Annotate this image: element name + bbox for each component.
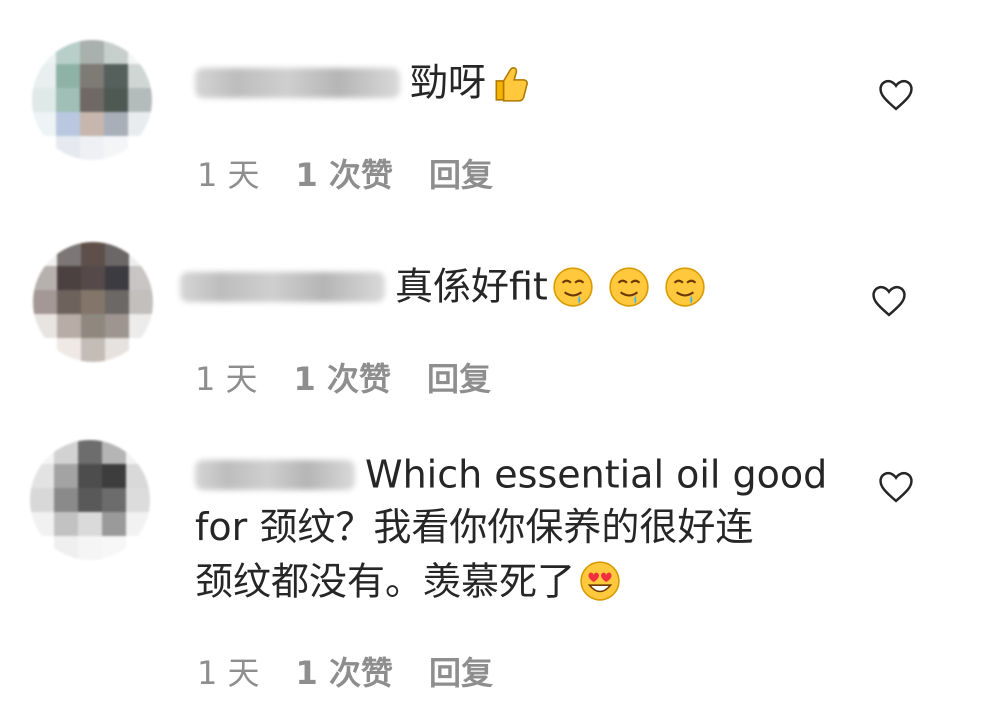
avatar[interactable] — [30, 440, 150, 560]
timestamp[interactable]: 1 天 — [195, 360, 258, 398]
reply-button[interactable]: 回复 — [427, 360, 491, 398]
comment-text-line2: for 颈纹？我看你你保养的很好连 — [195, 504, 754, 549]
emoji-group — [548, 262, 706, 307]
drooling-emoji — [553, 266, 593, 307]
comment-text-line3: 颈纹都没有。羡慕死了 — [195, 559, 576, 603]
like-heart-icon[interactable] — [877, 470, 915, 504]
comment-meta: 1 天 1 次赞 回复 — [195, 354, 527, 400]
username-redacted[interactable] — [195, 67, 400, 98]
username-redacted[interactable] — [180, 271, 385, 302]
comment-item-2: 真係好fit 1 天 1 次赞 回复 — [0, 210, 991, 430]
comment-item-1: 勁呀 1 天 1 次赞 回复 — [0, 0, 991, 210]
comment-item-3: Which essential oil good for 颈纹？我看你你保养的很… — [0, 430, 991, 714]
username-redacted[interactable] — [195, 459, 355, 490]
reply-button[interactable]: 回复 — [429, 654, 493, 692]
comment-body: 真係好fit — [180, 258, 706, 313]
like-heart-icon[interactable] — [877, 78, 915, 112]
likes-count[interactable]: 1 次赞 — [294, 360, 391, 398]
thumbs-up-emoji — [495, 66, 528, 102]
avatar[interactable] — [33, 242, 153, 362]
comment-body: Which essential oil good for 颈纹？我看你你保养的很… — [195, 446, 827, 607]
avatar[interactable] — [32, 40, 152, 160]
comment-meta: 1 天 1 次赞 回复 — [197, 150, 529, 196]
like-heart-icon[interactable] — [870, 284, 908, 318]
reply-button[interactable]: 回复 — [429, 156, 493, 194]
timestamp[interactable]: 1 天 — [197, 156, 260, 194]
drooling-emoji — [665, 266, 705, 307]
comment-meta: 1 天 1 次赞 回复 — [197, 648, 529, 694]
likes-count[interactable]: 1 次赞 — [296, 156, 393, 194]
likes-count[interactable]: 1 次赞 — [296, 654, 393, 692]
heart-eyes-emoji — [580, 561, 620, 601]
comment-text: 真係好fit — [395, 264, 548, 309]
drooling-emoji — [609, 266, 649, 307]
comment-text-line1: Which essential oil good — [365, 452, 828, 497]
comment-body: 勁呀 — [195, 54, 532, 109]
timestamp[interactable]: 1 天 — [197, 654, 260, 692]
comment-text: 勁呀 — [410, 60, 487, 105]
